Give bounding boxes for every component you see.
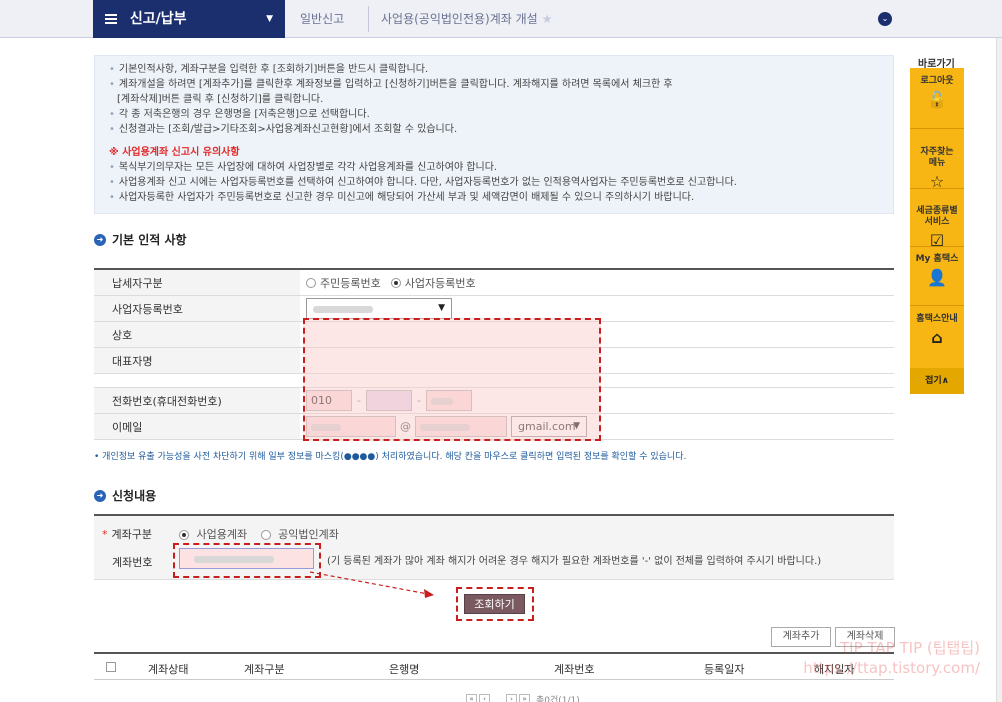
radio-resident-label: 주민등록번호 xyxy=(320,276,381,290)
select-all-checkbox[interactable] xyxy=(106,662,116,672)
last-page-icon[interactable]: » xyxy=(519,694,530,702)
breadcrumb-current-label: 사업용(공익법인전용)계좌 개설 xyxy=(381,12,538,26)
masked-value xyxy=(313,305,373,313)
label-company: 상호 xyxy=(94,322,300,347)
section-title-basic-info: ➜ 기본 인적 사항 xyxy=(94,231,187,248)
menu-title: 신고/납부 xyxy=(129,11,187,27)
bizno-select[interactable]: ▼ xyxy=(306,298,452,319)
scrollbar[interactable] xyxy=(996,38,1002,702)
caution-title: ※ 사업용계좌 신고시 유의사항 xyxy=(109,147,240,158)
caution-line: • 복식부기의무자는 모든 사업장에 대하여 사업장별로 각각 사업용계좌를 신고… xyxy=(109,162,498,173)
sidebar-collapse-button[interactable]: 접기∧ xyxy=(910,368,964,394)
hamburger-icon xyxy=(105,12,117,26)
sidebar-item-tax-services[interactable]: 세금종류별 서비스 ☑ xyxy=(910,195,964,261)
radio-business-number[interactable] xyxy=(390,277,401,288)
caret-down-icon: ▼ xyxy=(573,421,580,431)
radio-public-account[interactable] xyxy=(260,530,271,540)
info-line: [계좌삭제]버튼 클릭 후 [신청하기]를 클릭합니다. xyxy=(117,94,324,105)
label-phone: 전화번호(휴대전화번호) xyxy=(94,388,300,413)
caret-down-icon: ▼ xyxy=(438,303,445,313)
pagination: « ‹ › » 총0건(1/1) xyxy=(466,693,580,702)
dashed-arrow xyxy=(309,571,434,598)
masking-notice: • 개인정보 유출 가능성을 사전 차단하기 위해 일부 정보를 마스킹(●●●… xyxy=(94,452,687,462)
account-number-note: (기 등록된 계좌가 많아 계좌 해지가 어려운 경우 해지가 필요한 계좌번호… xyxy=(327,556,822,567)
breadcrumb-divider xyxy=(368,6,369,32)
email-id-input[interactable] xyxy=(306,416,396,437)
row-bizno: 사업자등록번호 ▼ xyxy=(94,296,894,322)
col-account-type: 계좌구분 xyxy=(244,663,285,676)
account-highlight-box xyxy=(173,543,321,578)
basic-info-form: 납세자구분 주민등록번호 사업자등록번호 사업자등록번호 ▼ 상호 대표자명 전… xyxy=(94,268,894,440)
watermark: TIP TAP TIP (팁탭팁) https://ttap.tistory.c… xyxy=(803,639,980,677)
chevron-down-icon[interactable]: ⌄ xyxy=(878,12,892,26)
main-menu-button[interactable]: 신고/납부 ▼ xyxy=(93,0,285,38)
row-email: 이메일 @ gmail.com ▼ xyxy=(94,414,894,440)
label-account-type: * 계좌구분 xyxy=(102,528,152,541)
sidebar-item-logout[interactable]: 로그아웃 🔓 xyxy=(910,76,964,109)
col-account-number: 계좌번호 xyxy=(554,663,595,676)
top-nav-bar: 신고/납부 ▼ 일반신고 사업용(공익법인전용)계좌 개설 ★ ⌄ xyxy=(0,0,1002,38)
email-at-sign: @ xyxy=(400,420,411,433)
instruction-box: • 기본인적사항, 계좌구분을 입력한 후 [조회하기]버튼을 반드시 클릭합니다… xyxy=(94,55,894,214)
user-icon: 👤 xyxy=(927,268,947,287)
col-registered-date: 등록일자 xyxy=(704,663,745,676)
label-ceo: 대표자명 xyxy=(94,348,300,373)
star-icon[interactable]: ★ xyxy=(542,12,553,26)
prev-page-icon[interactable]: ‹ xyxy=(479,694,490,702)
label-bizno: 사업자등록번호 xyxy=(94,296,300,321)
email-domain-input[interactable] xyxy=(415,416,507,437)
radio-resident-number[interactable] xyxy=(306,277,316,288)
label-account-number: 계좌번호 xyxy=(112,556,153,569)
row-taxpayer-type: 납세자구분 주민등록번호 사업자등록번호 xyxy=(94,270,894,296)
first-page-icon[interactable]: « xyxy=(466,694,477,702)
label-email: 이메일 xyxy=(94,414,300,439)
section-title-application: ➜ 신청내용 xyxy=(94,487,156,504)
caution-line: • 사업자등록한 사업자가 주민등록번호로 신고한 경우 미신고에 해당되어 가산… xyxy=(109,192,695,203)
email-domain-select[interactable]: gmail.com ▼ xyxy=(511,416,587,437)
row-spacer xyxy=(94,374,894,388)
quick-links-sidebar: 로그아웃 🔓 자주찾는 메뉴 ☆ 세금종류별 서비스 ☑ My 홈택스 👤 홈택… xyxy=(910,68,964,394)
sidebar-item-hometax-guide[interactable]: 홈택스안내 ⌂ xyxy=(910,314,964,347)
home-icon: ⌂ xyxy=(931,328,943,347)
sidebar-item-my-hometax[interactable]: My 홈택스 👤 xyxy=(910,254,964,287)
info-line: • 각 종 저축은행의 경우 은행명을 [저축은행]으로 선택합니다. xyxy=(109,109,370,120)
radio-business-label: 사업자등록번호 xyxy=(404,276,476,290)
radio-business-account[interactable] xyxy=(179,530,189,540)
caret-down-icon: ▼ xyxy=(266,14,273,24)
phone-last-input[interactable] xyxy=(425,390,472,411)
row-company: 상호 xyxy=(94,322,894,348)
row-ceo: 대표자명 xyxy=(94,348,894,374)
query-button[interactable]: 조회하기 xyxy=(464,594,525,614)
col-bank-name: 은행명 xyxy=(389,663,420,676)
col-account-status: 계좌상태 xyxy=(148,663,189,676)
phone-middle-input[interactable] xyxy=(365,390,412,411)
caution-line: • 사업용계좌 신고 시에는 사업자등록번호를 선택하여 신고하여야 합니다. 다… xyxy=(109,177,737,188)
checkbox-icon: ☑ xyxy=(929,231,945,250)
label-taxpayer-type: 납세자구분 xyxy=(94,270,300,295)
sidebar-item-favorites[interactable]: 자주찾는 메뉴 ☆ xyxy=(910,136,964,202)
row-phone: 전화번호(휴대전화번호) 010 - - xyxy=(94,388,894,414)
pager-count: 총0건(1/1) xyxy=(536,696,580,702)
arrow-circle-icon: ➜ xyxy=(94,489,106,502)
phone-prefix-input[interactable]: 010 xyxy=(306,390,352,411)
arrow-circle-icon: ➜ xyxy=(94,233,106,246)
info-line: • 계좌개설을 하려면 [계좌추가]를 클릭한후 계좌정보를 입력하고 [신청하기… xyxy=(109,79,673,90)
info-line: • 기본인적사항, 계좌구분을 입력한 후 [조회하기]버튼을 반드시 클릭합니다… xyxy=(109,64,429,75)
info-line: • 신청결과는 [조회/발급>기타조회>사업용계좌신고현황]에서 조회할 수 있습… xyxy=(109,124,458,135)
unlock-icon: 🔓 xyxy=(927,90,947,109)
next-page-icon[interactable]: › xyxy=(506,694,517,702)
breadcrumb-general-report[interactable]: 일반신고 xyxy=(300,0,344,38)
breadcrumb-current-page[interactable]: 사업용(공익법인전용)계좌 개설 ★ xyxy=(381,0,552,38)
account-list-header: 계좌상태 계좌구분 은행명 계좌번호 등록일자 해지일자 xyxy=(94,652,894,680)
